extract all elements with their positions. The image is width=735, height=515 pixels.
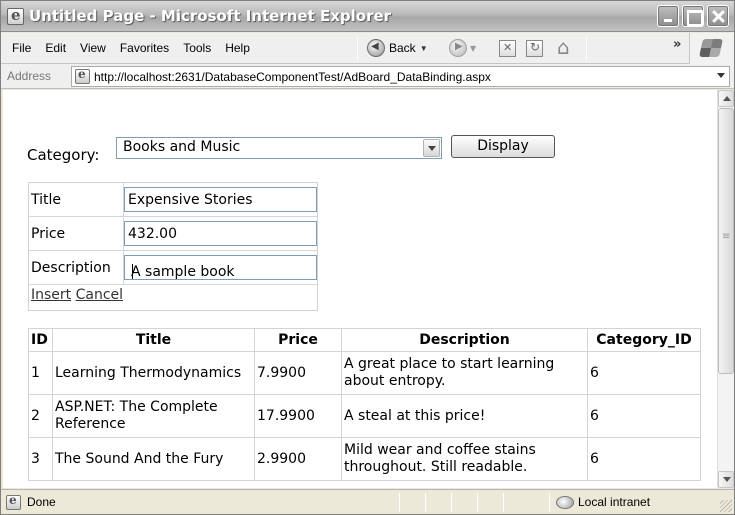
cell-title: The Sound And the Fury	[52, 437, 255, 481]
back-arrow-icon	[367, 39, 385, 57]
forward-dropdown-icon[interactable]: ▼	[470, 44, 476, 53]
menu-file[interactable]: File	[5, 39, 38, 57]
intranet-zone-icon	[556, 494, 574, 510]
column-header-price: Price	[254, 328, 342, 352]
cancel-link[interactable]: Cancel	[76, 287, 123, 303]
status-text: Done	[27, 495, 56, 509]
home-icon[interactable]	[557, 35, 575, 59]
form-row-title: Title Expensive Stories	[29, 183, 317, 217]
products-table: ID Title Price Description Category_ID 1…	[28, 328, 701, 481]
title-input-value: Expensive Stories	[128, 192, 253, 208]
table-row: 2 ASP.NET: The Complete Reference 17.990…	[28, 394, 701, 438]
browser-window: Untitled Page - Microsoft Internet Explo…	[0, 0, 735, 515]
toolbar-separator	[586, 37, 587, 61]
cell-price: 7.9900	[254, 351, 342, 395]
stop-icon[interactable]	[499, 40, 516, 57]
address-input[interactable]: http://localhost:2631/DatabaseComponentT…	[71, 66, 730, 87]
back-label: Back	[389, 41, 416, 55]
title-label: Title	[31, 192, 62, 208]
description-label: Description	[31, 260, 111, 276]
back-button[interactable]: Back ▼	[367, 39, 428, 57]
description-input[interactable]: A sample book	[124, 255, 317, 280]
security-zone: Local intranet	[578, 495, 651, 509]
category-select[interactable]: Books and Music	[116, 137, 442, 159]
column-header-description: Description	[341, 328, 588, 352]
cell-category-id: 6	[587, 351, 701, 395]
page-icon	[75, 67, 90, 84]
close-button[interactable]	[707, 5, 729, 27]
price-label: Price	[31, 226, 66, 242]
forward-button[interactable]: ▼	[449, 39, 476, 57]
column-header-title: Title	[52, 328, 255, 352]
table-row: 3 The Sound And the Fury 2.9900 Mild wea…	[28, 437, 701, 481]
title-input[interactable]: Expensive Stories	[124, 187, 317, 212]
cell-description: A great place to start learning about en…	[341, 351, 588, 395]
display-button[interactable]: Display	[451, 135, 555, 158]
cell-price: 2.9900	[254, 437, 342, 481]
cell-id: 1	[28, 351, 53, 395]
menu-tools[interactable]: Tools	[176, 39, 218, 57]
forward-arrow-icon	[449, 39, 467, 57]
form-row-price: Price 432.00	[29, 217, 317, 251]
menu-toolbar-row: File Edit View Favorites Tools Help Back…	[1, 33, 734, 64]
address-label: Address	[7, 69, 52, 83]
cell-title: ASP.NET: The Complete Reference	[52, 394, 255, 438]
cell-category-id: 6	[587, 394, 701, 438]
page-done-icon	[6, 493, 21, 510]
description-input-value: A sample book	[131, 264, 235, 280]
maximize-button[interactable]	[682, 5, 704, 27]
page-content: Category: Books and Music Display Title …	[3, 90, 717, 488]
cell-category-id: 6	[587, 437, 701, 481]
refresh-icon[interactable]	[526, 40, 543, 57]
cell-title: Learning Thermodynamics	[52, 351, 255, 395]
text-caret	[132, 264, 133, 279]
form-row-description: Description A sample book	[29, 251, 317, 285]
chevron-down-icon[interactable]	[423, 139, 440, 157]
title-bar: Untitled Page - Microsoft Internet Explo…	[1, 1, 734, 32]
scroll-up-icon[interactable]	[718, 90, 734, 107]
price-input[interactable]: 432.00	[124, 221, 317, 246]
category-label: Category:	[27, 146, 100, 164]
address-url[interactable]: http://localhost:2631/DatabaseComponentT…	[94, 70, 491, 84]
scrollbar-thumb[interactable]	[718, 108, 734, 374]
form-actions: Insert Cancel	[31, 287, 123, 303]
back-dropdown-icon[interactable]: ▼	[420, 44, 428, 53]
insert-link[interactable]: Insert	[31, 287, 71, 303]
table-row: 1 Learning Thermodynamics 7.9900 A great…	[28, 351, 701, 395]
price-input-value: 432.00	[128, 226, 177, 242]
insert-form: Title Expensive Stories Price 432.00 Des…	[28, 182, 318, 311]
category-selected-value: Books and Music	[123, 139, 241, 155]
menu-favorites[interactable]: Favorites	[113, 39, 176, 57]
column-header-id: ID	[28, 328, 53, 352]
cell-id: 2	[28, 394, 53, 438]
menu-help[interactable]: Help	[218, 39, 257, 57]
address-bar-row: Address http://localhost:2631/DatabaseCo…	[1, 64, 734, 89]
menu-view[interactable]: View	[73, 39, 113, 57]
cell-description: Mild wear and coffee stains throughout. …	[341, 437, 588, 481]
column-header-category-id: Category_ID	[587, 328, 701, 352]
menu-edit[interactable]: Edit	[38, 39, 73, 57]
address-dropdown-icon[interactable]	[712, 67, 729, 86]
cell-description: A steal at this price!	[341, 394, 588, 438]
status-bar: Done Local intranet	[1, 489, 734, 514]
scroll-down-icon[interactable]	[718, 471, 734, 488]
vertical-scrollbar[interactable]	[717, 90, 734, 488]
resize-grip[interactable]	[720, 500, 732, 512]
cell-price: 17.9900	[254, 394, 342, 438]
cell-id: 3	[28, 437, 53, 481]
toolbar-separator	[357, 37, 358, 61]
menu-bar: File Edit View Favorites Tools Help	[5, 39, 257, 57]
ie-icon	[7, 6, 24, 25]
toolbar-overflow-chevron[interactable]: »	[673, 37, 681, 52]
table-header-row: ID Title Price Description Category_ID	[28, 328, 701, 352]
windows-logo-icon	[689, 33, 734, 64]
minimize-button[interactable]	[657, 5, 679, 27]
window-title: Untitled Page - Microsoft Internet Explo…	[29, 7, 392, 25]
